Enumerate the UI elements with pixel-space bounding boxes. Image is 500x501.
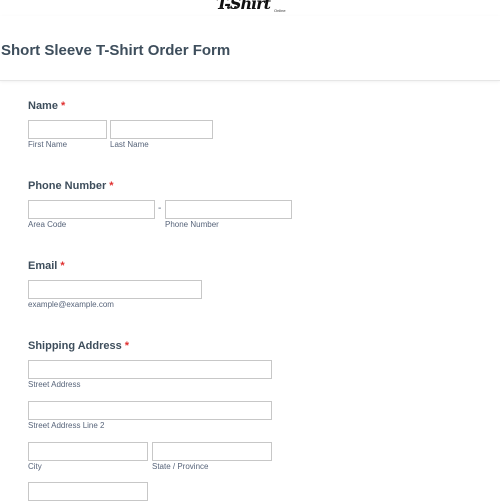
phone-number-sublabel: Phone Number — [165, 220, 219, 229]
phone-label: Phone Number * — [28, 180, 114, 192]
form-title: Short Sleeve T-Shirt Order Form — [1, 42, 231, 59]
name-label: Name * — [28, 100, 65, 112]
shipping-address-label: Shipping Address * — [28, 340, 129, 352]
last-name-input[interactable] — [110, 120, 213, 139]
logo: T-Shirt Online — [0, 0, 500, 16]
phone-number-input[interactable] — [165, 200, 292, 219]
required-asterisk: * — [60, 260, 65, 272]
area-code-sublabel: Area Code — [28, 220, 67, 229]
state-province-input[interactable] — [152, 442, 272, 461]
state-province-sublabel: State / Province — [152, 462, 209, 471]
postal-code-input[interactable] — [28, 482, 148, 501]
logo-subtext: Online — [274, 8, 286, 13]
logo-dots — [220, 6, 240, 10]
form-header: Short Sleeve T-Shirt Order Form — [0, 16, 500, 81]
city-sublabel: City — [28, 462, 42, 471]
required-asterisk: * — [61, 100, 66, 112]
email-input[interactable] — [28, 280, 202, 299]
email-sublabel: example@example.com — [28, 300, 114, 309]
street-address-sublabel: Street Address — [28, 380, 81, 389]
logo-dot — [220, 6, 223, 9]
required-asterisk: * — [109, 180, 114, 192]
last-name-sublabel: Last Name — [110, 140, 149, 149]
city-input[interactable] — [28, 442, 148, 461]
first-name-input[interactable] — [28, 120, 107, 139]
logo-dot — [227, 6, 230, 9]
first-name-sublabel: First Name — [28, 140, 68, 149]
shipping-address-label-text: Shipping Address — [28, 340, 122, 352]
email-label: Email * — [28, 260, 65, 272]
phone-separator: - — [158, 203, 162, 214]
email-label-text: Email — [28, 260, 58, 272]
logo-dot — [234, 6, 237, 9]
street-address-line2-sublabel: Street Address Line 2 — [28, 421, 105, 430]
name-label-text: Name — [28, 100, 58, 112]
phone-label-text: Phone Number — [28, 180, 107, 192]
area-code-input[interactable] — [28, 200, 155, 219]
street-address-line2-input[interactable] — [28, 401, 272, 420]
street-address-input[interactable] — [28, 360, 272, 379]
required-asterisk: * — [124, 340, 130, 352]
